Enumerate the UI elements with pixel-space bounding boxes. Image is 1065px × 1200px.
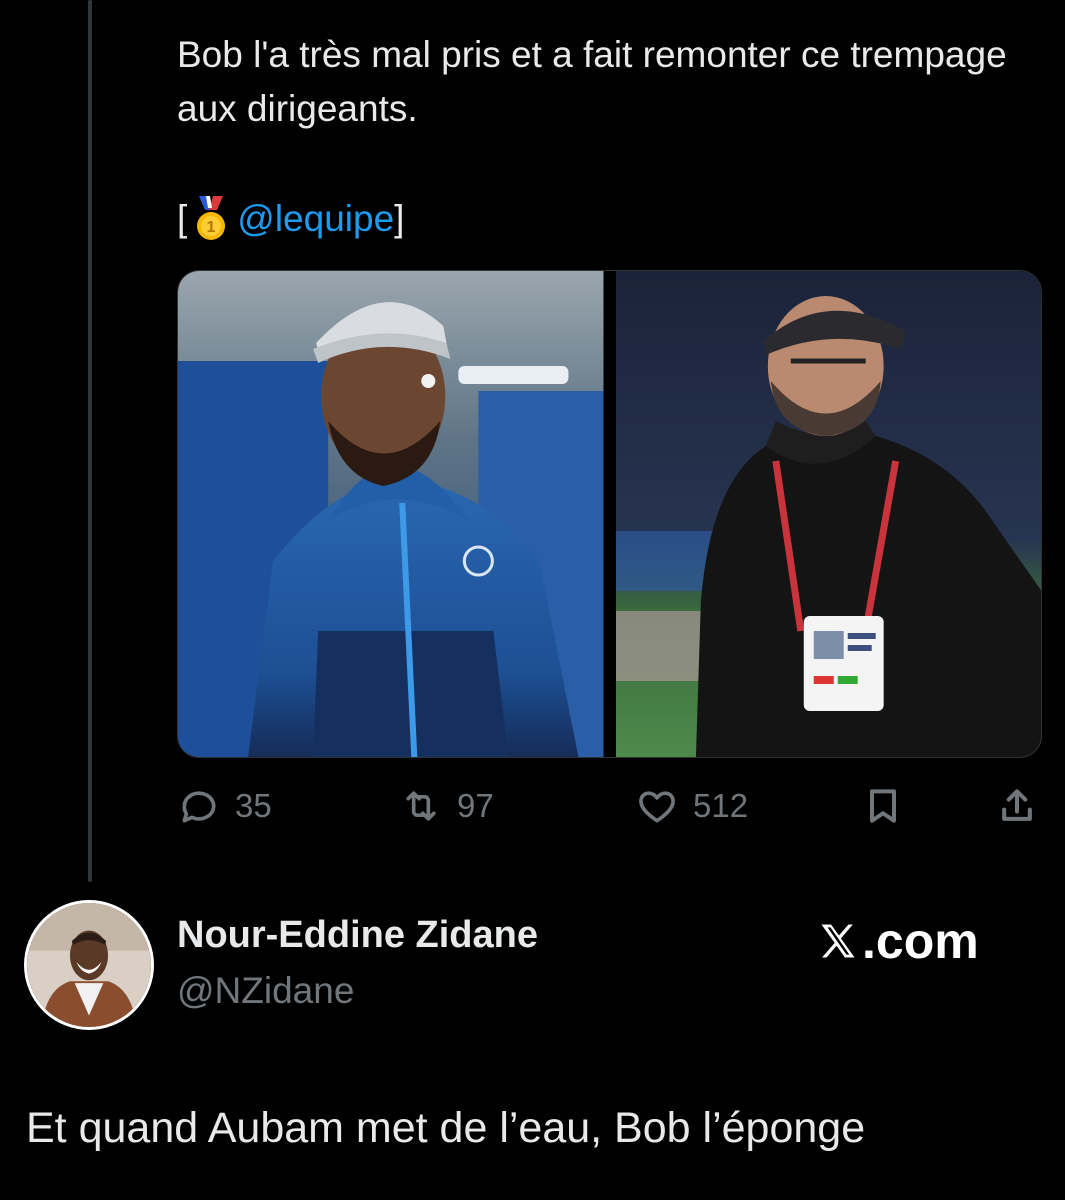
repost-count: 97	[457, 787, 494, 824]
source-bracket-close: ]	[394, 198, 405, 239]
x-brand-watermark: .com	[816, 912, 979, 970]
tweet-media-grid	[177, 270, 1042, 758]
svg-text:1: 1	[207, 219, 216, 236]
tweet-action-bar: 35 97 512	[177, 778, 1040, 834]
media-photo-right[interactable]	[615, 271, 1041, 757]
author-name[interactable]: Nour-Eddine Zidane	[177, 914, 538, 957]
mention-link[interactable]: @lequipe	[237, 192, 394, 246]
source-bracket-open: [	[177, 198, 188, 239]
reply-count: 35	[235, 787, 272, 824]
repost-button[interactable]: 97	[399, 778, 494, 834]
reply-icon	[182, 791, 216, 823]
media-photo-left[interactable]	[178, 271, 604, 757]
brand-domain-text: .com	[862, 913, 979, 969]
author-handle[interactable]: @NZidane	[177, 970, 354, 1012]
tweet-text: Bob l'a très mal pris et a fait remonter…	[177, 28, 1037, 136]
thread-connector-line	[88, 0, 92, 882]
heart-icon	[639, 791, 675, 823]
bookmark-button[interactable]	[861, 778, 905, 834]
first-place-medal-icon: 1	[193, 196, 229, 242]
repost-icon	[406, 791, 436, 821]
reply-button[interactable]: 35	[177, 778, 272, 834]
author-avatar[interactable]	[24, 900, 154, 1030]
reply-text: Et quand Aubam met de l’eau, Bob l’épong…	[26, 1104, 866, 1152]
tweet-source-line: [ 1 @lequipe ]	[177, 192, 404, 246]
tweet-body: Bob l'a très mal pris et a fait remonter…	[177, 34, 1007, 129]
bookmark-icon	[869, 789, 897, 823]
like-count: 512	[693, 787, 749, 824]
x-logo-icon	[821, 924, 855, 958]
share-icon	[1002, 789, 1032, 821]
share-button[interactable]	[995, 778, 1039, 834]
like-button[interactable]: 512	[635, 778, 748, 834]
